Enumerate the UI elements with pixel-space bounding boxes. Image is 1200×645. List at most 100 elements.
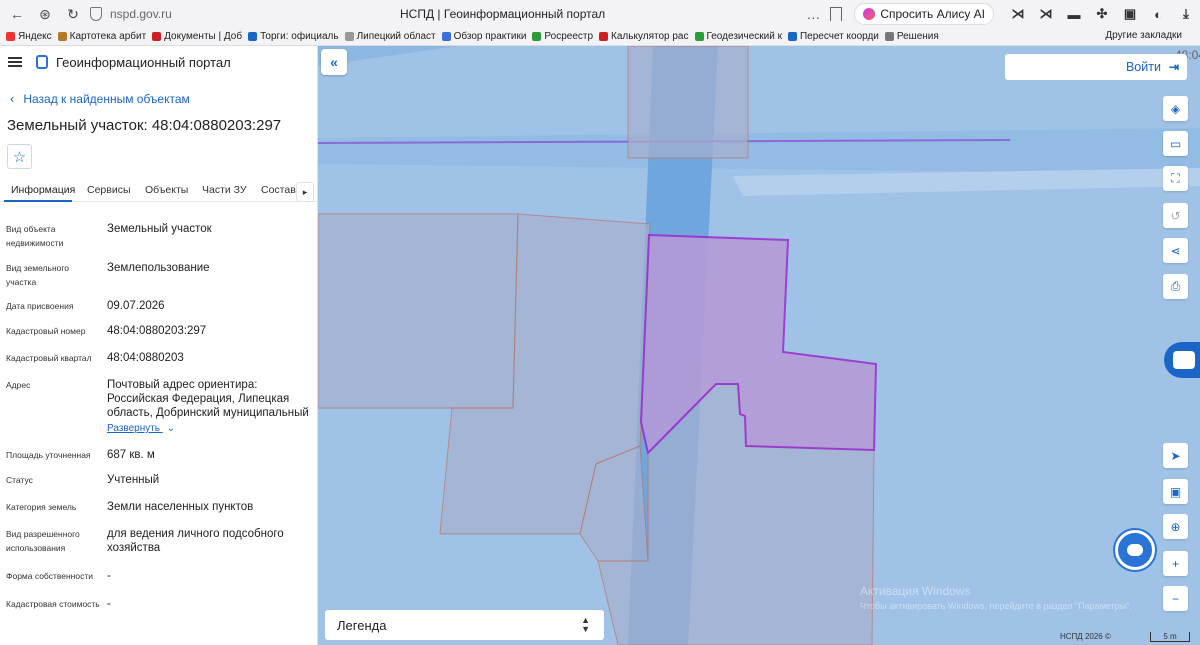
bookmark-item[interactable]: Пересчет коорди [787, 31, 879, 42]
field-label: Вид разрешенного использования [6, 529, 80, 553]
updown-chevron-icon: ▲ ▼ [581, 615, 590, 634]
bookmarks-bar: Яндекс Картотека арбит Документы | Доб Торг… [0, 28, 1200, 46]
tab-composition[interactable]: Состав [261, 184, 296, 196]
profile-icon[interactable]: ◐ [1149, 5, 1167, 23]
locate-icon[interactable]: ➤ [1163, 443, 1188, 468]
page-title: Земельный участок: 48:04:0880203:297 [7, 117, 282, 134]
scale-bar: 5 m [1150, 632, 1190, 642]
watermark-title: Активация Windows [860, 584, 971, 598]
menu-icon[interactable] [8, 57, 22, 67]
field-label: Статус [6, 475, 33, 485]
more-menu-icon[interactable]: … [806, 6, 820, 22]
field-value: 687 кв. м [107, 449, 155, 461]
map-canvas[interactable]: « 48:04: Войти ⇥ ◈ ▭ ⛶ ↺ ⋖ ⎙ ➤ ▣ ⊕ + − Л… [318, 46, 1200, 645]
extension-cloud-icon[interactable]: ▬ [1065, 5, 1083, 23]
favorite-star-icon[interactable]: ☆ [7, 144, 32, 169]
tab-information[interactable]: Информация [11, 184, 75, 196]
bookmark-item[interactable]: Липецкий област [344, 31, 436, 42]
address-bar[interactable]: nspd.gov.ru [90, 7, 380, 21]
field-value: 48:04:0880203 [107, 352, 184, 364]
app-window: ← ⊛ ↻ nspd.gov.ru НСПД | Геоинформационн… [0, 0, 1200, 645]
select-area-icon[interactable]: ⛶ [1163, 166, 1188, 191]
bookmark-item[interactable]: Документы | Доб [152, 31, 242, 42]
app-title: Геоинформационный портал [56, 54, 231, 70]
parcel [627, 46, 749, 159]
field-label: Категория земель [6, 502, 77, 512]
back-to-results-link[interactable]: ‹ Назад к найденным объектам [10, 91, 190, 106]
field-label: Форма собственности [6, 571, 93, 581]
parcel [318, 213, 519, 409]
map-drawing [318, 46, 1200, 645]
downloads-icon[interactable]: ⤓ [1177, 5, 1195, 23]
chat-icon[interactable] [1115, 530, 1155, 570]
bookmark-favicon-icon [599, 32, 609, 41]
login-button[interactable]: Войти ⇥ [1005, 54, 1187, 80]
reload-icon[interactable]: ↻ [62, 3, 84, 25]
field-value: 48:04:0880203:297 [107, 325, 207, 337]
expand-address-link[interactable]: Развернуть ⌄ [107, 423, 175, 434]
bookmark-favicon-icon [884, 32, 894, 41]
field-label: Кадастровый квартал [6, 353, 92, 363]
shield-button-icon[interactable]: ⊛ [34, 3, 56, 25]
collapse-sidebar-icon[interactable]: « [321, 49, 347, 75]
field-value: 09.07.2026 [107, 300, 165, 312]
geolocation-icon[interactable]: ⊕ [1163, 514, 1188, 539]
tab-objects[interactable]: Объекты [145, 184, 188, 196]
bookmark-item[interactable]: Решения [884, 31, 939, 42]
bookmark-favicon-icon [532, 32, 542, 41]
field-label: Вид земельного участка [6, 263, 70, 287]
bookmark-item[interactable]: Картотека арбит [57, 31, 147, 42]
other-bookmarks-button[interactable]: Другие закладки [1105, 30, 1182, 41]
field-value: Учтенный [107, 474, 160, 486]
field-value: Почтовый адрес ориентира: Российская Фед… [107, 379, 309, 419]
bookmark-item[interactable]: Обзор практики [441, 31, 527, 42]
bookmark-label: Торги: официаль [260, 31, 339, 42]
bookmark-favicon-icon [57, 32, 67, 41]
zoom-out-icon[interactable]: − [1163, 586, 1188, 611]
bookmark-item[interactable]: Торги: официаль [248, 31, 339, 42]
back-arrow-icon[interactable]: ← [6, 3, 28, 25]
app-header: Геоинформационный портал [0, 46, 317, 78]
print-icon[interactable]: ⎙ [1163, 274, 1188, 299]
extension-k-icon[interactable]: ⋊ [1009, 5, 1027, 23]
field-label: Дата присвоения [6, 301, 74, 311]
field-value: - [107, 570, 111, 582]
tab-parts[interactable]: Части ЗУ [202, 184, 247, 196]
active-tab-indicator [4, 200, 72, 202]
bookmark-label: Решения [896, 31, 939, 42]
tabs-scroll-right-icon[interactable]: ▸ [296, 182, 314, 202]
bookmark-icon[interactable] [830, 7, 843, 21]
zoom-in-icon[interactable]: + [1163, 551, 1188, 576]
tab-services[interactable]: Сервисы [87, 184, 131, 196]
field-label: Кадастровая стоимость [6, 599, 100, 609]
extensions-puzzle-icon[interactable]: ✣ [1093, 5, 1111, 23]
field-value: Земли населенных пунктов [107, 501, 254, 513]
bookmark-item[interactable]: Геодезический к [694, 31, 782, 42]
legend-label: Легенда [337, 617, 387, 633]
bookmark-label: Росреестр [544, 31, 594, 42]
copyright-label: НСПД 2026 © [1060, 632, 1111, 641]
login-label: Войти [1125, 60, 1161, 74]
url-text: nspd.gov.ru [110, 7, 172, 21]
history-icon[interactable]: ↺ [1163, 203, 1188, 228]
scale-label: 5 m [1163, 632, 1177, 641]
bookmark-favicon-icon [152, 32, 162, 41]
ruler-icon[interactable]: ▭ [1163, 131, 1188, 156]
bookmark-item[interactable]: Калькулятор рас [599, 31, 689, 42]
bookmark-label: Липецкий област [356, 31, 436, 42]
share-icon[interactable]: ⋖ [1163, 238, 1188, 263]
bookmark-label: Обзор практики [453, 31, 527, 42]
alisa-button[interactable]: Спросить Алису AI [854, 3, 994, 25]
bookmark-label: Картотека арбит [69, 31, 147, 42]
side-panel-tab-icon[interactable] [1164, 342, 1200, 378]
activation-watermark: Активация Windows Чтобы активировать Win… [860, 584, 1132, 614]
layers-icon[interactable]: ◈ [1163, 96, 1188, 121]
bookmark-item[interactable]: Росреестр [532, 31, 593, 42]
expand-label: Развернуть [107, 423, 161, 434]
bookmark-item[interactable]: Яндекс [6, 31, 52, 42]
legend-dropdown[interactable]: Легенда ▲ ▼ [325, 610, 604, 640]
extension-k2-icon[interactable]: ⋊ [1037, 5, 1055, 23]
map-frame-icon[interactable]: ▣ [1163, 479, 1188, 504]
collections-icon[interactable]: ▣ [1121, 5, 1139, 23]
field-value: Землепользование [107, 262, 210, 274]
